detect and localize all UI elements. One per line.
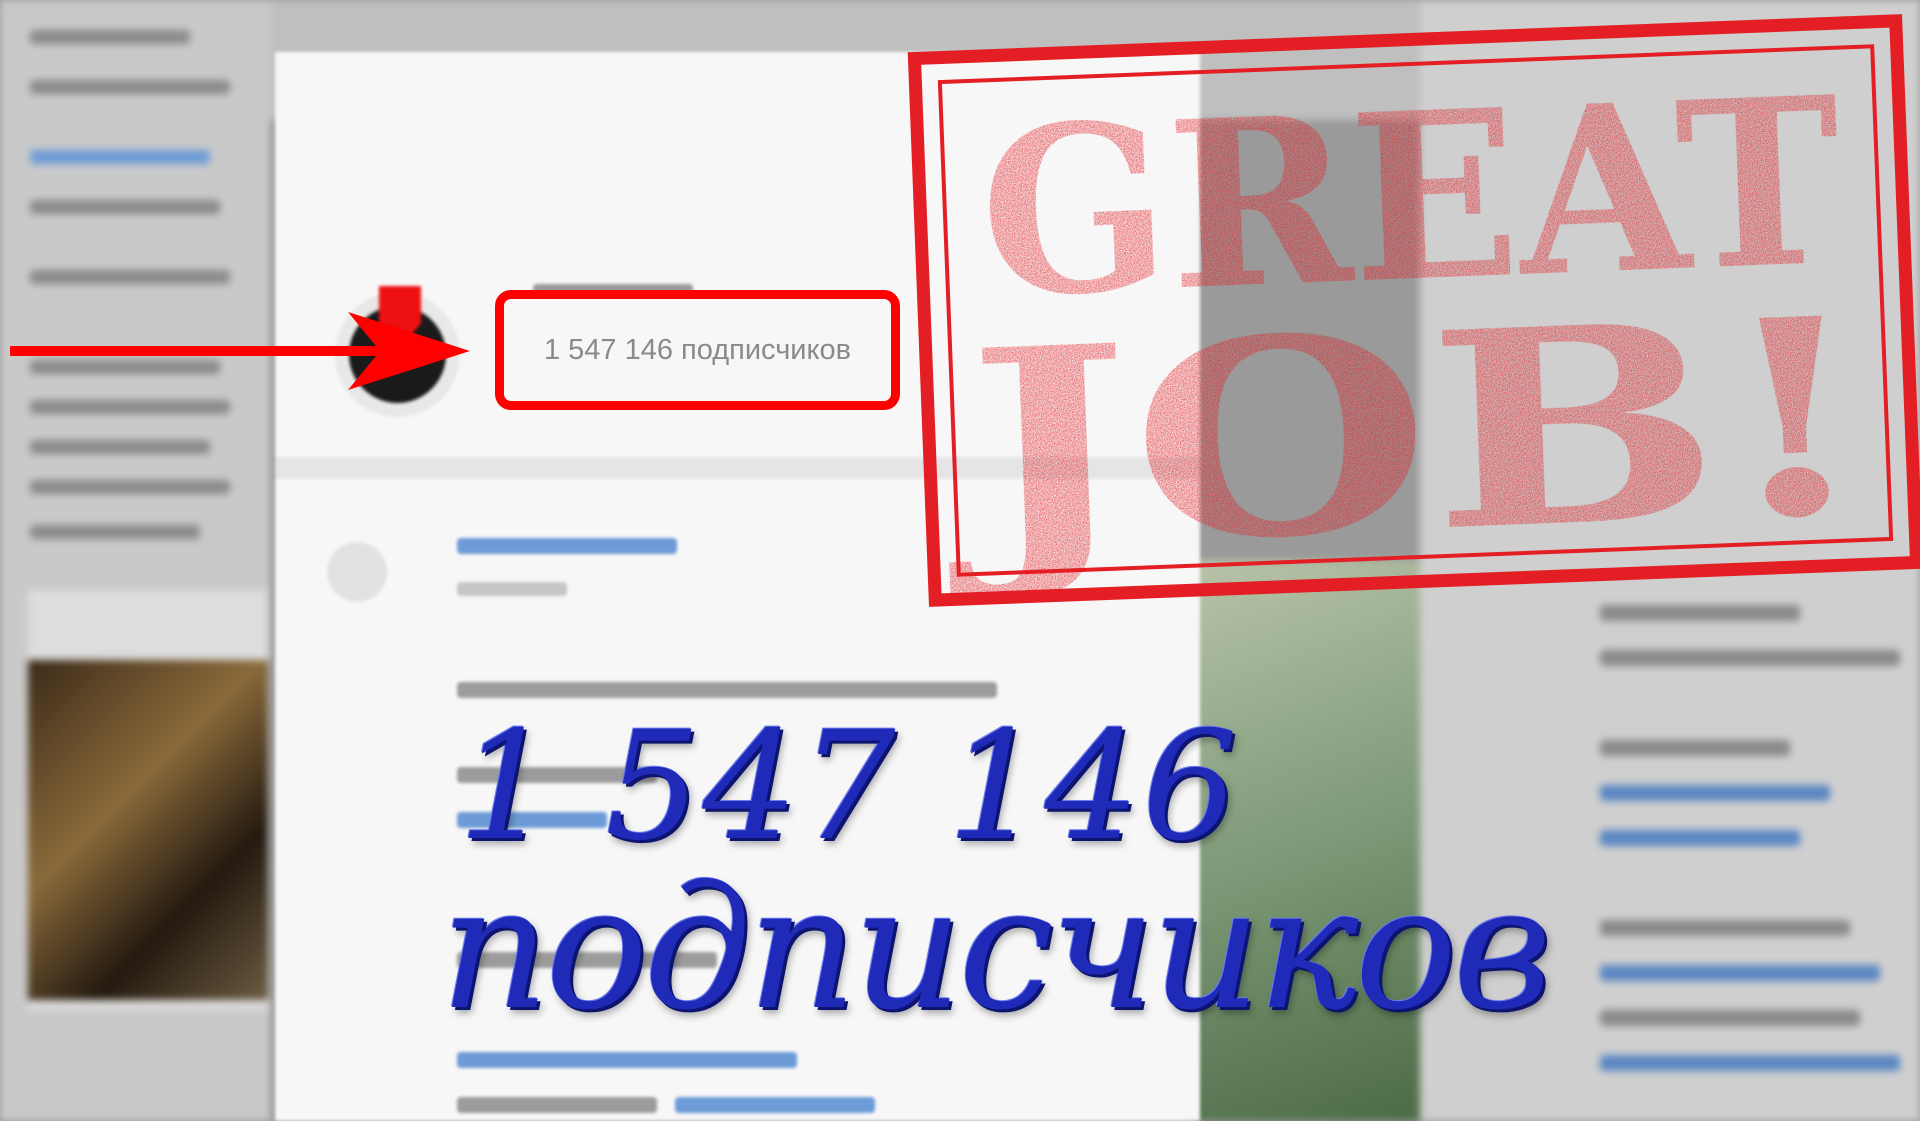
overlay-word: подписчиков bbox=[440, 850, 1552, 1048]
background-channel-list bbox=[0, 0, 270, 1121]
description-line bbox=[457, 682, 997, 698]
description-line bbox=[457, 1097, 657, 1113]
background-post-photo bbox=[28, 660, 268, 1000]
stamp-line-job: JOB! bbox=[937, 257, 1875, 594]
modal-title bbox=[320, 110, 329, 149]
great-job-stamp: GREAT JOB! bbox=[907, 14, 1920, 607]
description-link[interactable] bbox=[457, 1052, 797, 1068]
arrow-right-icon bbox=[10, 312, 470, 390]
channel-link[interactable] bbox=[457, 538, 677, 554]
info-icon bbox=[327, 542, 387, 602]
subscribers-count: 1 547 146 подписчиков bbox=[543, 333, 852, 366]
description-link[interactable] bbox=[675, 1097, 875, 1113]
subscribers-highlight: 1 547 146 подписчиков bbox=[495, 290, 900, 410]
overlay-number: 1 547 146 bbox=[458, 700, 1240, 874]
channel-link-caption bbox=[457, 582, 567, 596]
